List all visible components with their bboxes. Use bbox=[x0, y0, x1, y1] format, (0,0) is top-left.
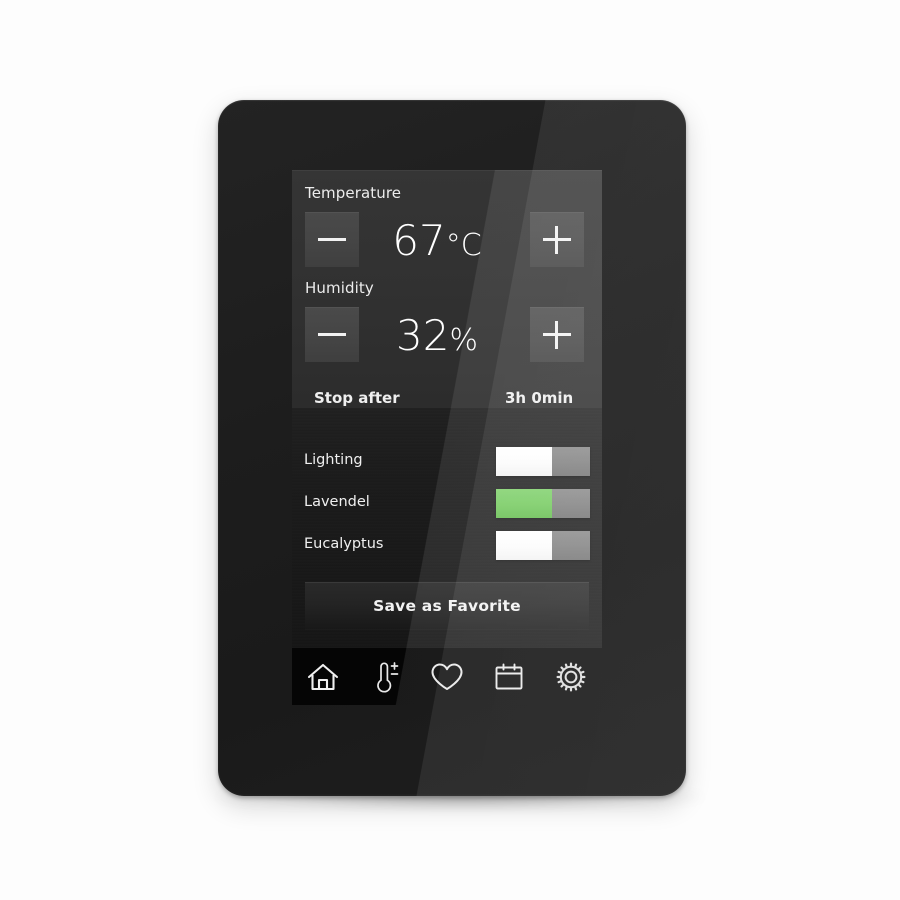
toggle-knob bbox=[496, 531, 552, 560]
save-as-favorite-label: Save as Favorite bbox=[373, 597, 521, 615]
humidity-increase-button[interactable] bbox=[530, 307, 584, 362]
home-icon bbox=[307, 662, 339, 692]
toggle-lighting[interactable] bbox=[496, 447, 590, 476]
humidity-reading: 32% bbox=[362, 311, 512, 360]
calendar-icon bbox=[494, 662, 524, 692]
nav-item-settings[interactable] bbox=[543, 652, 599, 702]
touchscreen[interactable]: Temperature 67°C Humidity 32% Stop after… bbox=[292, 170, 602, 705]
climate-panel: Temperature 67°C Humidity 32% Stop after… bbox=[292, 170, 602, 408]
toggle-knob bbox=[496, 489, 552, 518]
nav-item-schedule[interactable] bbox=[481, 652, 537, 702]
humidity-label: Humidity bbox=[305, 279, 374, 297]
save-as-favorite-button[interactable]: Save as Favorite bbox=[305, 582, 589, 630]
plus-icon-vertical-bar bbox=[555, 321, 558, 349]
temperature-value: 67 bbox=[392, 216, 446, 265]
gear-icon bbox=[555, 661, 587, 693]
thermometer-icon bbox=[370, 661, 400, 693]
humidity-decrease-button[interactable] bbox=[305, 307, 359, 362]
nav-item-climate[interactable] bbox=[357, 652, 413, 702]
temperature-reading: 67°C bbox=[362, 216, 512, 265]
temperature-increase-button[interactable] bbox=[530, 212, 584, 267]
toggle-eucalyptus[interactable] bbox=[496, 531, 590, 560]
nav-item-home[interactable] bbox=[295, 652, 351, 702]
bottom-navigation-bar bbox=[292, 648, 602, 705]
stop-after-value[interactable]: 3h 0min bbox=[505, 389, 573, 407]
toggle-label-lavendel: Lavendel bbox=[304, 494, 370, 510]
plus-icon-vertical-bar bbox=[555, 226, 558, 254]
temperature-label: Temperature bbox=[305, 184, 402, 202]
scene: Temperature 67°C Humidity 32% Stop after… bbox=[0, 0, 900, 900]
toggle-label-eucalyptus: Eucalyptus bbox=[304, 536, 384, 552]
heart-icon bbox=[430, 662, 464, 692]
toggle-knob bbox=[496, 447, 552, 476]
temperature-unit: °C bbox=[445, 228, 482, 263]
temperature-decrease-button[interactable] bbox=[305, 212, 359, 267]
minus-icon bbox=[318, 333, 346, 336]
stop-after-label: Stop after bbox=[314, 389, 400, 407]
humidity-unit: % bbox=[449, 323, 478, 358]
toggle-label-lighting: Lighting bbox=[304, 452, 363, 468]
nav-item-favorites[interactable] bbox=[419, 652, 475, 702]
toggle-lavendel[interactable] bbox=[496, 489, 590, 518]
control-panel-device: Temperature 67°C Humidity 32% Stop after… bbox=[218, 100, 686, 796]
minus-icon bbox=[318, 238, 346, 241]
humidity-value: 32 bbox=[396, 311, 450, 360]
